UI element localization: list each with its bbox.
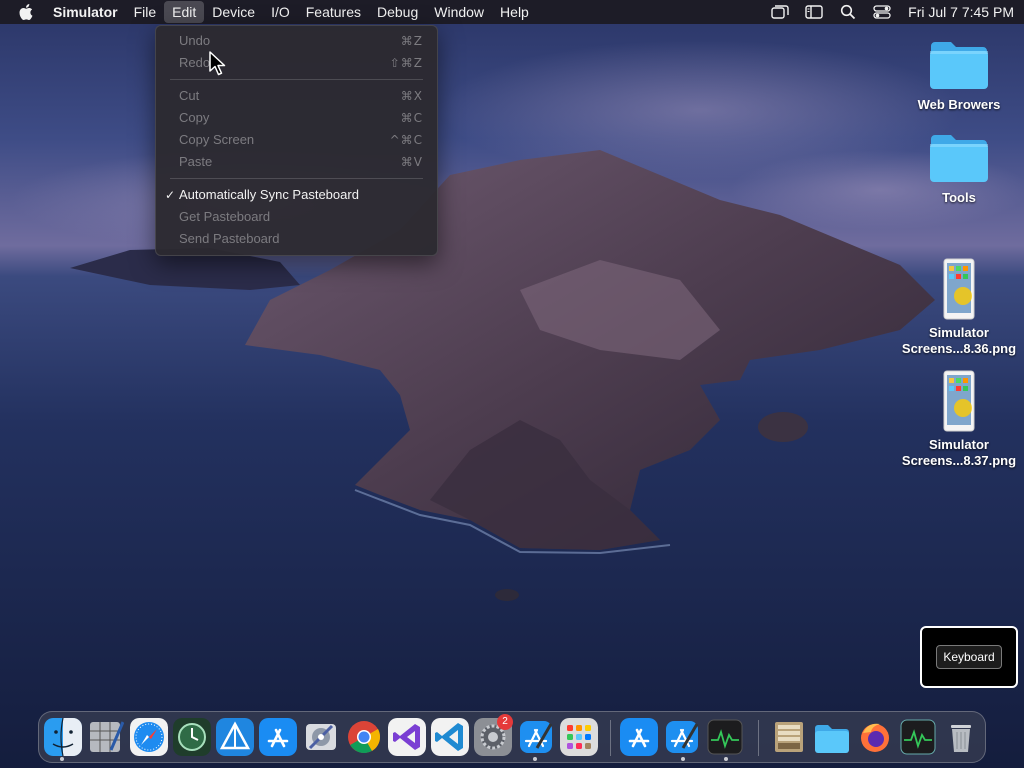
menu-window[interactable]: Window	[426, 1, 492, 23]
safari-icon[interactable]	[130, 718, 168, 756]
menu-item-cut[interactable]: Cut ⌘X	[156, 85, 437, 107]
chrome-icon[interactable]	[345, 718, 383, 756]
desktop-folder-web-browsers[interactable]: Web Browers	[899, 38, 1019, 113]
script-editor-icon[interactable]	[87, 718, 125, 756]
menu-item-label: Copy	[179, 110, 210, 125]
menu-item-shortcut: ⌘Z	[400, 34, 423, 48]
menu-item-shortcut: ⌘X	[400, 89, 423, 103]
time-machine-icon[interactable]	[173, 718, 211, 756]
desktop-icon-label: Simulator Screens...8.37.png	[899, 437, 1019, 469]
menu-item-shortcut: ⇧⌘Z	[389, 56, 423, 70]
notification-badge: 2	[497, 714, 513, 730]
running-indicator	[60, 757, 64, 761]
menu-file[interactable]: File	[126, 1, 165, 23]
xcode-recent-icon[interactable]	[663, 718, 701, 756]
launchpad-icon[interactable]	[560, 718, 598, 756]
folder-icon	[930, 135, 988, 182]
menu-debug[interactable]: Debug	[369, 1, 426, 23]
menu-edit[interactable]: Edit	[164, 1, 205, 23]
menu-item-paste[interactable]: Paste ⌘V	[156, 151, 437, 173]
trash-icon[interactable]	[942, 718, 980, 756]
control-center-icon[interactable]	[872, 0, 892, 24]
file-name-line: Screens...8.36.png	[901, 341, 1017, 356]
menu-item-label: Redo	[179, 55, 211, 70]
menu-item-label: Undo	[179, 33, 211, 48]
archive-icon[interactable]	[770, 718, 808, 756]
keyboard-panel: Keyboard	[920, 626, 1018, 688]
running-indicator	[681, 757, 685, 761]
activity-monitor-icon[interactable]	[899, 718, 937, 756]
file-name-line: Simulator	[929, 437, 989, 452]
menu-help[interactable]: Help	[492, 1, 537, 23]
desktop-wallpaper	[0, 0, 1024, 768]
menu-device[interactable]: Device	[204, 1, 263, 23]
activity-monitor-recent-icon[interactable]	[706, 718, 744, 756]
menu-item-send-pasteboard[interactable]: Send Pasteboard	[156, 228, 437, 250]
menu-app-name[interactable]: Simulator	[45, 1, 126, 23]
menu-io[interactable]: I/O	[263, 1, 298, 23]
desktop-file-screenshot-837[interactable]: Simulator Screens...8.37.png	[899, 370, 1019, 469]
folder-icon	[930, 42, 988, 89]
checkmark-icon: ✓	[165, 188, 176, 202]
menu-item-auto-sync-pasteboard[interactable]: ✓ Automatically Sync Pasteboard	[156, 184, 437, 206]
vscode-icon[interactable]	[431, 718, 469, 756]
menu-separator	[170, 178, 423, 179]
disk-utility-icon[interactable]	[302, 718, 340, 756]
menu-item-label: Paste	[179, 154, 213, 169]
edit-menu-dropdown: Undo ⌘Z Redo ⇧⌘Z Cut ⌘X Copy ⌘C Copy Scr…	[155, 25, 438, 256]
menu-separator	[170, 79, 423, 80]
menu-item-copy[interactable]: Copy ⌘C	[156, 107, 437, 129]
apple-logo-icon[interactable]	[8, 0, 44, 24]
menu-features[interactable]: Features	[298, 1, 369, 23]
search-icon[interactable]	[838, 0, 858, 24]
menu-bar: Simulator File Edit Device I/O Features …	[0, 0, 1024, 24]
window-stack-icon[interactable]	[770, 0, 790, 24]
running-indicator	[724, 757, 728, 761]
menu-item-shortcut: ^⌘C	[389, 133, 423, 147]
menu-item-get-pasteboard[interactable]: Get Pasteboard	[156, 206, 437, 228]
keyboard-button[interactable]: Keyboard	[936, 645, 1002, 669]
app-store-icon[interactable]	[259, 718, 297, 756]
desktop-icon-label: Web Browers	[917, 97, 1001, 112]
file-name-line: Simulator	[929, 325, 989, 340]
menu-item-shortcut: ⌘C	[400, 111, 423, 125]
menu-item-label: Copy Screen	[179, 132, 255, 147]
mouse-pointer-icon	[209, 51, 226, 76]
visual-studio-icon[interactable]	[388, 718, 426, 756]
screenshot-file-icon	[943, 258, 975, 320]
menu-item-redo[interactable]: Redo ⇧⌘Z	[156, 52, 437, 74]
screenshot-file-icon	[943, 370, 975, 432]
menu-item-shortcut: ⌘V	[400, 155, 423, 169]
file-name-line: Screens...8.37.png	[901, 453, 1017, 468]
sidebar-icon[interactable]	[804, 0, 824, 24]
menu-item-label: Cut	[179, 88, 200, 103]
app-store-recent-icon[interactable]	[620, 718, 658, 756]
firefox-icon[interactable]	[856, 718, 894, 756]
dock-divider	[610, 720, 611, 756]
finder-icon[interactable]	[44, 718, 82, 756]
menu-item-undo[interactable]: Undo ⌘Z	[156, 30, 437, 52]
menubar-clock[interactable]: Fri Jul 7 7:45 PM	[908, 4, 1014, 20]
xcode-instruments-icon[interactable]	[216, 718, 254, 756]
desktop-folder-tools[interactable]: Tools	[899, 131, 1019, 206]
xcode-icon[interactable]	[517, 718, 555, 756]
menu-item-label: Get Pasteboard	[179, 209, 271, 224]
menu-item-copy-screen[interactable]: Copy Screen ^⌘C	[156, 129, 437, 151]
menu-item-label: Send Pasteboard	[179, 231, 280, 246]
desktop-icon-label: Tools	[942, 190, 976, 205]
dock-divider	[758, 720, 759, 756]
desktop-icon-label: Simulator Screens...8.36.png	[899, 325, 1019, 357]
menu-item-label: Automatically Sync Pasteboard	[179, 187, 359, 202]
desktop-file-screenshot-836[interactable]: Simulator Screens...8.36.png	[899, 258, 1019, 357]
running-indicator	[533, 757, 537, 761]
downloads-folder-icon[interactable]	[813, 718, 851, 756]
